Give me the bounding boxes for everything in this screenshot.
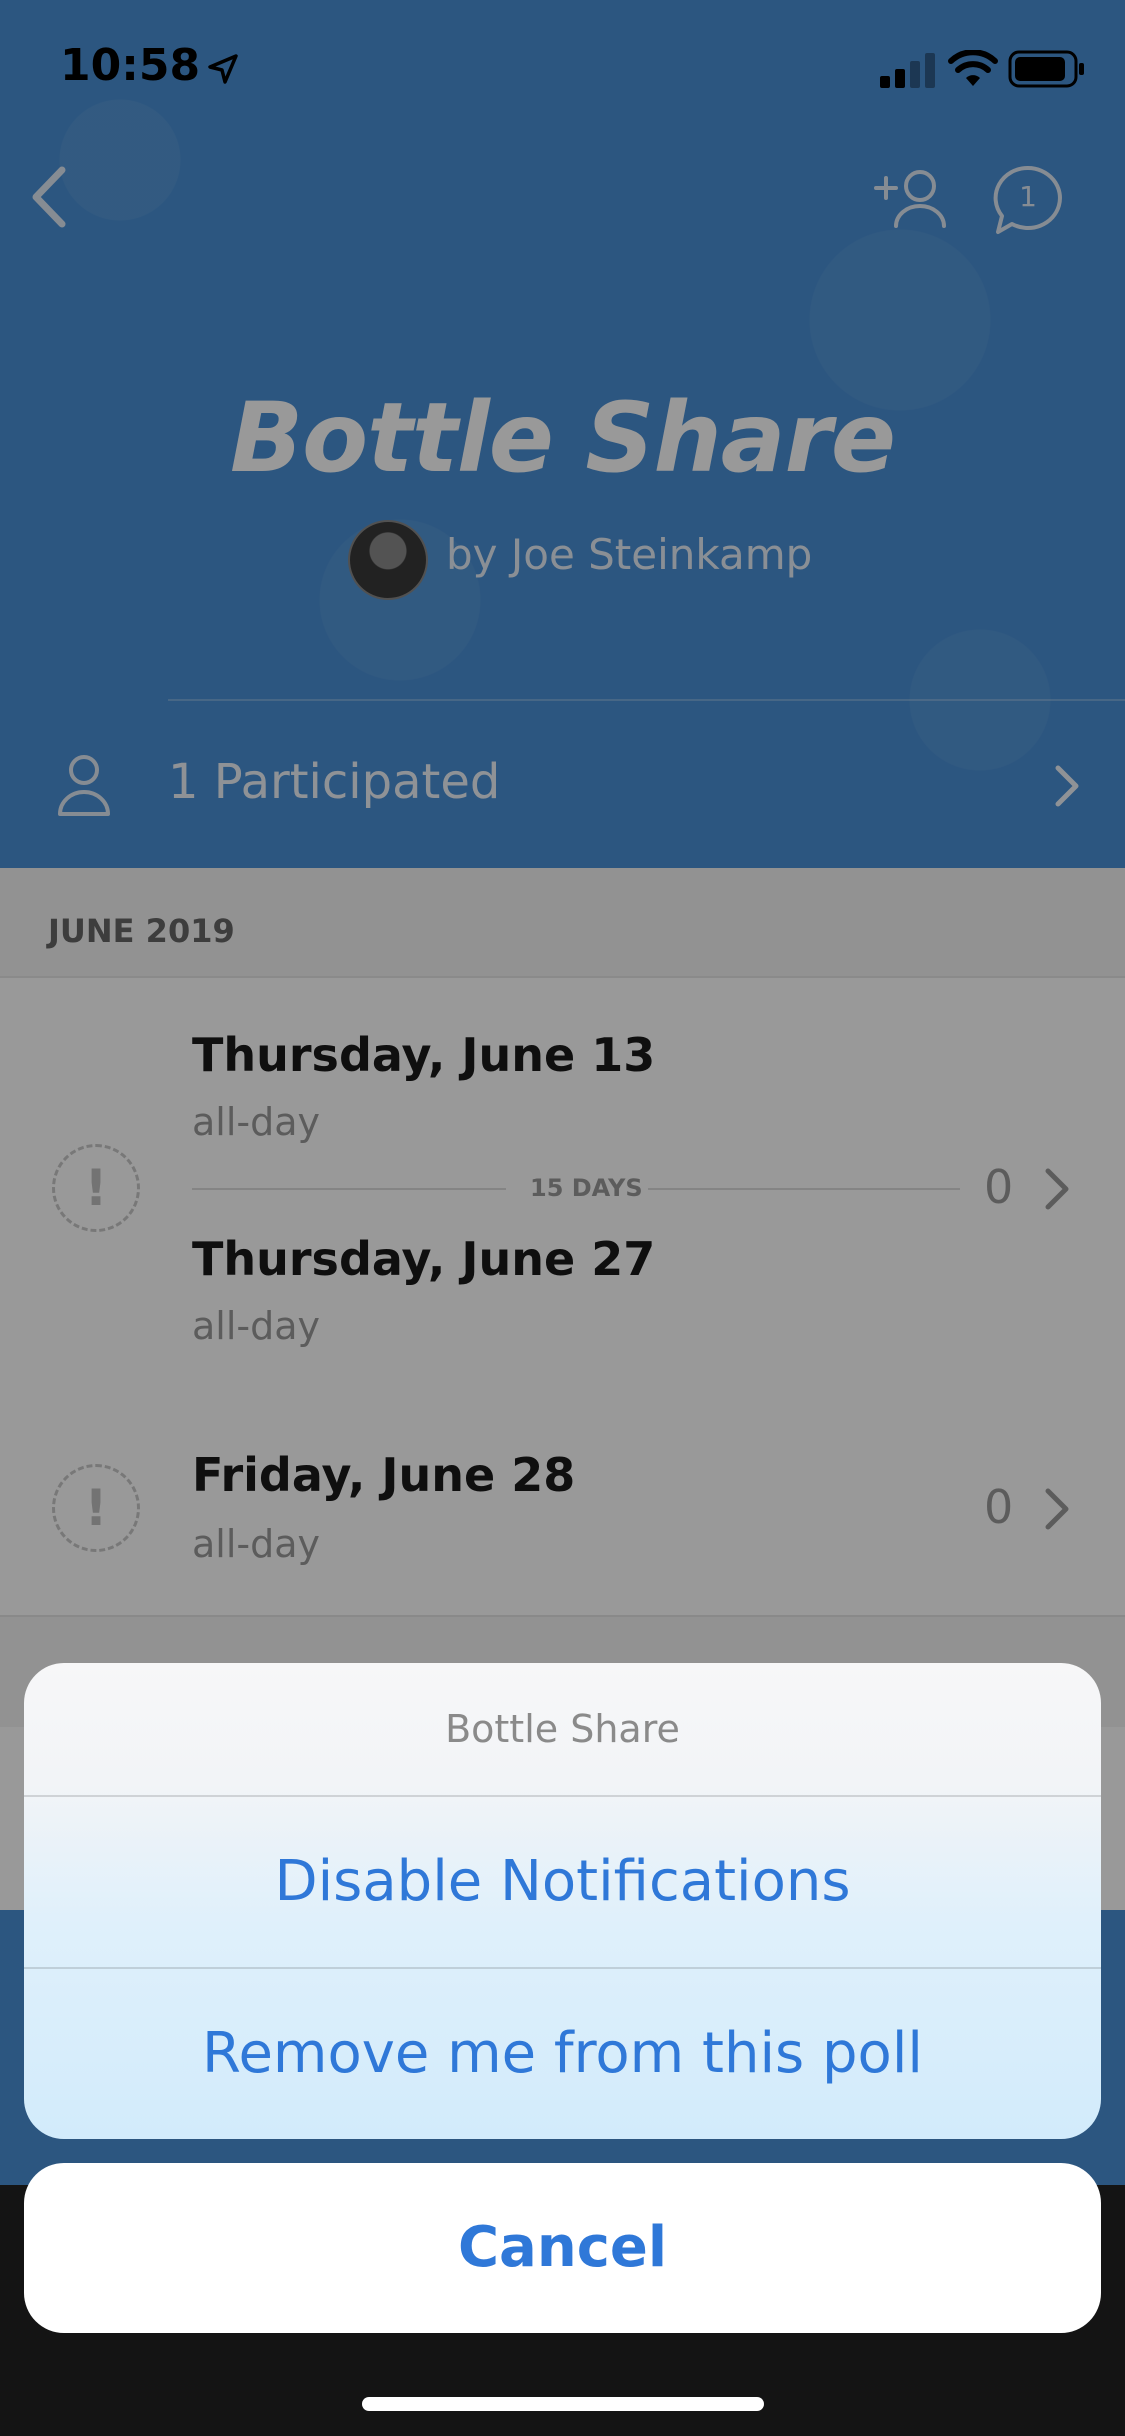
disable-notifications-button[interactable]: Disable Notifications xyxy=(24,1797,1101,1967)
remove-from-poll-button[interactable]: Remove me from this poll xyxy=(24,1969,1101,2139)
home-indicator xyxy=(362,2397,764,2411)
cancel-button[interactable]: Cancel xyxy=(24,2163,1101,2333)
action-sheet-title: Bottle Share xyxy=(445,1707,680,1751)
